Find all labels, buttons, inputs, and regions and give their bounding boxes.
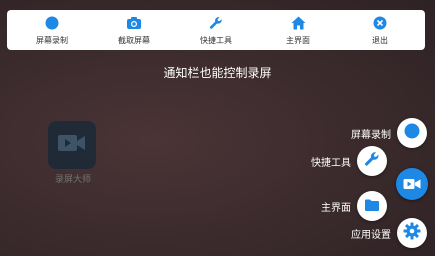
fab-home-button[interactable] [357,191,387,221]
toolbar-screenshot-label: 截取屏幕 [118,35,150,45]
gear-icon [403,222,421,244]
camera-icon [126,15,142,31]
toolbar-home-label: 主界面 [286,35,310,45]
toolbar-record-label: 屏幕录制 [36,35,68,45]
fab-main-button[interactable] [396,168,428,200]
toolbar-screenshot-button[interactable]: 截取屏幕 [95,15,173,46]
fab-settings-button[interactable] [397,218,427,248]
folder-icon [364,197,380,216]
notice-text: 通知栏也能控制录屏 [163,66,272,80]
record-dot-icon [44,15,60,31]
toolbar-tools-button[interactable]: 快捷工具 [177,15,255,46]
toolbar-tools-label: 快捷工具 [200,35,232,45]
toolbar-exit-button[interactable]: 退出 [341,15,419,46]
fab-home-label: 主界面 [321,202,351,214]
video-camera-icon [403,175,421,194]
fab-settings-item[interactable]: 应用设置 [351,218,427,248]
fab-settings-label: 应用设置 [351,229,391,241]
fab-record-button[interactable] [397,118,427,148]
fab-record-label: 屏幕录制 [351,129,391,141]
fab-tools-item[interactable]: 快捷工具 [311,146,387,176]
desktop-app-label: 录屏大师 [54,175,91,185]
toolbar-home-button[interactable]: 主界面 [259,15,337,46]
fab-tools-label: 快捷工具 [311,157,351,169]
fab-tools-button[interactable] [357,146,387,176]
wrench-icon [364,151,380,171]
home-icon [290,15,306,31]
wrench-icon [208,15,224,31]
desktop-app-icon[interactable] [48,121,96,169]
close-circle-icon [372,15,388,31]
record-dot-icon [404,123,420,143]
notification-toolbar: 屏幕录制 截取屏幕 快捷工具 主界面 退出 [7,10,425,50]
toolbar-record-button[interactable]: 屏幕录制 [13,15,91,46]
toolbar-exit-label: 退出 [372,35,388,45]
fab-record-item[interactable]: 屏幕录制 [351,118,427,148]
video-camera-icon [57,133,87,157]
fab-home-item[interactable]: 主界面 [321,191,387,221]
